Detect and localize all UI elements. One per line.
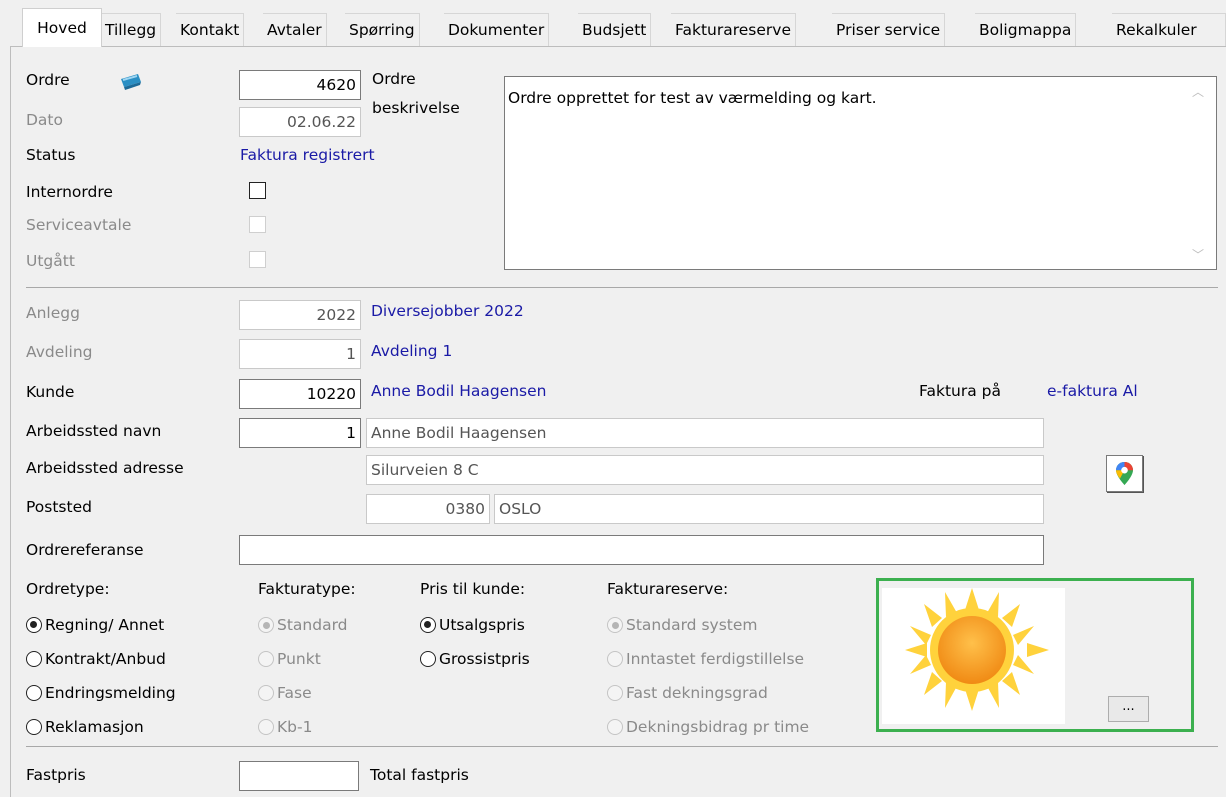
ordrereferanse-input[interactable] (239, 535, 1044, 565)
tab-budsjett[interactable]: Budsjett (578, 13, 652, 46)
serviceavtale-label: Serviceavtale (26, 216, 132, 234)
map-button[interactable] (1106, 455, 1143, 492)
tab-boligmappa[interactable]: Boligmappa (975, 13, 1077, 46)
fakturatype-radio-kb1: Kb-1 (258, 717, 312, 737)
dato-label: Dato (26, 111, 63, 129)
fakturatype-radio-fase: Fase (258, 683, 312, 703)
internordre-label: Internordre (26, 183, 113, 201)
weather-more-button[interactable]: ... (1108, 696, 1149, 722)
scroll-up-icon[interactable]: ︿ (1192, 83, 1204, 100)
sun-icon (905, 588, 1049, 711)
weather-image (882, 588, 1065, 724)
ordre-beskrivelse-label-2: beskrivelse (372, 99, 460, 117)
tab-hoved[interactable]: Hoved (22, 8, 102, 47)
ordre-beskrivelse-textarea[interactable]: Ordre opprettet for test av værmelding o… (504, 76, 1217, 270)
utgatt-label: Utgått (26, 252, 75, 270)
fakturareserve-title: Fakturareserve: (607, 580, 729, 598)
internordre-checkbox[interactable] (249, 182, 266, 199)
ordretype-title: Ordretype: (26, 580, 110, 598)
ordretype-radio-endringsmelding[interactable]: Endringsmelding (26, 683, 176, 703)
status-value: Faktura registrert (240, 146, 375, 164)
faktura-pa-label: Faktura på (919, 382, 1002, 400)
fastpris-input[interactable] (239, 761, 359, 791)
arbeidssted-navn-field: Anne Bodil Haagensen (366, 418, 1044, 448)
kunde-label: Kunde (26, 383, 75, 401)
tab-sporring[interactable]: Spørring (345, 13, 420, 46)
tab-dokumenter[interactable]: Dokumenter (444, 13, 550, 46)
ordretype-radio-reklamasjon[interactable]: Reklamasjon (26, 717, 144, 737)
ordretype-radio-regning[interactable]: Regning/ Annet (26, 615, 164, 635)
tab-fakturareserve[interactable]: Fakturareserve (671, 13, 797, 46)
fakturatype-radio-punkt: Punkt (258, 649, 321, 669)
fakturatype-title: Fakturatype: (258, 580, 356, 598)
kunde-input[interactable]: 10220 (239, 379, 361, 409)
status-label: Status (26, 146, 76, 164)
fastpris-label: Fastpris (26, 766, 86, 784)
divider-top (26, 287, 1218, 288)
tab-tillegg[interactable]: Tillegg (101, 13, 162, 46)
postnr-field: 0380 (366, 494, 490, 524)
utgatt-checkbox (249, 251, 266, 268)
divider-bottom (26, 746, 1218, 747)
order-lookup-icon[interactable] (118, 70, 144, 92)
faktura-pa-value: e-faktura Al (1047, 382, 1138, 400)
avdeling-name: Avdeling 1 (371, 342, 453, 360)
avdeling-field: 1 (239, 339, 361, 369)
dato-field: 02.06.22 (239, 107, 361, 137)
ordretype-radio-kontrakt[interactable]: Kontrakt/Anbud (26, 649, 166, 669)
fakturareserve-radio-dekningsbidrag: Dekningsbidrag pr time (607, 717, 809, 737)
tab-priser-service[interactable]: Priser service (832, 13, 946, 46)
poststed-field: OSLO (494, 494, 1044, 524)
arbeidssted-nr-input[interactable]: 1 (239, 418, 361, 448)
anlegg-name: Diversejobber 2022 (371, 302, 524, 320)
ordrereferanse-label: Ordrereferanse (26, 541, 144, 559)
pris-radio-utsalgspris[interactable]: Utsalgspris (420, 615, 525, 635)
tab-kontakt[interactable]: Kontakt (176, 13, 245, 46)
tab-bar: Tillegg Kontakt Avtaler Spørring Dokumen… (0, 0, 1226, 47)
fakturatype-radio-standard: Standard (258, 615, 348, 635)
ordre-beskrivelse-text: Ordre opprettet for test av værmelding o… (508, 89, 877, 107)
anlegg-label: Anlegg (26, 304, 80, 322)
ordre-nr-input[interactable]: 4620 (239, 70, 361, 100)
serviceavtale-checkbox (249, 216, 266, 233)
ordre-label: Ordre (26, 71, 70, 89)
tab-avtaler[interactable]: Avtaler (263, 13, 327, 46)
arbeidssted-adresse-label: Arbeidssted adresse (26, 459, 184, 477)
tab-rekalkuler[interactable]: Rekalkuler (1112, 13, 1226, 46)
pris-title: Pris til kunde: (420, 580, 526, 598)
ordre-beskrivelse-label-1: Ordre (372, 70, 416, 88)
arbeidssted-navn-label: Arbeidssted navn (26, 422, 162, 440)
weather-widget: ... (876, 578, 1194, 732)
pris-radio-grossistpris[interactable]: Grossistpris (420, 649, 530, 669)
avdeling-label: Avdeling (26, 343, 93, 361)
fakturareserve-radio-inntastet: Inntastet ferdigstillelse (607, 649, 804, 669)
kunde-name: Anne Bodil Haagensen (371, 382, 547, 400)
total-fastpris-label: Total fastpris (370, 766, 469, 784)
arbeidssted-adresse-field: Silurveien 8 C (366, 455, 1044, 485)
fakturareserve-radio-standard-system: Standard system (607, 615, 757, 635)
fakturareserve-radio-fast-dekningsgrad: Fast dekningsgrad (607, 683, 768, 703)
map-pin-icon (1116, 462, 1133, 485)
poststed-label: Poststed (26, 498, 92, 516)
anlegg-field: 2022 (239, 300, 361, 330)
scroll-down-icon[interactable]: ﹀ (1192, 246, 1204, 263)
